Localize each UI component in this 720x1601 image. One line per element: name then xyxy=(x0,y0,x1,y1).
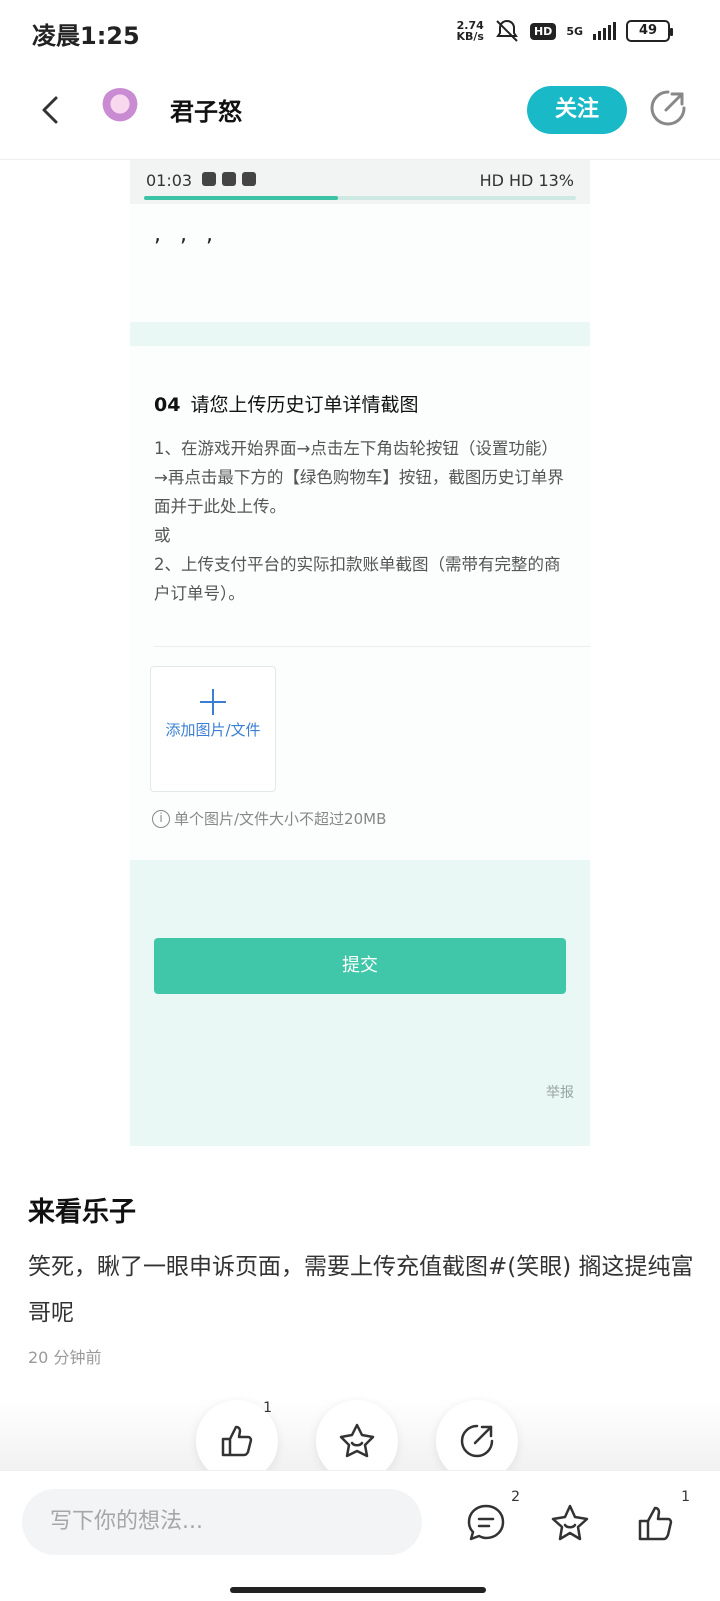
home-indicator[interactable] xyxy=(230,1587,486,1593)
image-status-time: 01:03 xyxy=(146,171,193,190)
signal-icon xyxy=(593,22,616,40)
image-question-description: 1、在游戏开始界面→点击左下角齿轮按钮（设置功能）→再点击最下方的【绿色购物车】… xyxy=(154,439,564,603)
comment-button[interactable]: 2 xyxy=(464,1489,520,1545)
battery-icon: 49 xyxy=(626,20,673,42)
post-timestamp: 20 分钟前 xyxy=(28,1348,102,1367)
avatar[interactable] xyxy=(100,88,140,128)
image-notification-icons xyxy=(202,172,256,186)
question-title-text: 请您上传历史订单详情截图 xyxy=(190,394,419,416)
image-report-link: 举报 xyxy=(546,1085,574,1101)
comment-count: 2 xyxy=(511,1489,520,1505)
star-icon xyxy=(339,1423,375,1458)
status-bar: 凌晨1:25 2.74 KB/s HD 5G 49 xyxy=(0,0,720,64)
size-limit-text: 单个图片/文件大小不超过20MB xyxy=(174,810,387,828)
author-name[interactable]: 君子怒 xyxy=(170,92,242,127)
back-arrow-icon[interactable] xyxy=(32,90,72,130)
info-icon: i xyxy=(152,809,170,828)
post-image[interactable]: 01:03 HD HD 13% , , , 04 请您上传历史订单详情截图 1、在… xyxy=(130,160,590,1146)
post-body: 笑死，瞅了一眼申诉页面，需要上传充值截图#(笑眼) 搁这提纯富哥呢 xyxy=(28,1254,694,1326)
star-icon xyxy=(551,1504,589,1541)
image-submit-button: 提交 xyxy=(154,938,566,994)
share-icon[interactable] xyxy=(648,88,688,128)
image-status-right: HD HD 13% xyxy=(479,171,574,190)
image-separator-band xyxy=(130,322,590,346)
status-icons: 2.74 KB/s HD 5G 49 xyxy=(456,18,673,44)
image-question-title: 04 请您上传历史订单详情截图 xyxy=(154,390,418,417)
image-commas-text: , , , xyxy=(154,222,219,247)
thumbs-up-icon xyxy=(638,1506,673,1541)
mute-icon xyxy=(494,18,520,44)
network-type: 5G xyxy=(566,24,583,38)
image-size-limit: i 单个图片/文件大小不超过20MB xyxy=(152,808,386,829)
post-header: 君子怒 关注 xyxy=(0,70,720,160)
image-progress-fill xyxy=(144,196,339,200)
bottom-bar: 写下你的想法... 2 1 xyxy=(0,1470,720,1601)
share-icon xyxy=(460,1424,494,1458)
thumbs-up-icon xyxy=(221,1425,253,1457)
question-number: 04 xyxy=(154,394,181,416)
comment-input[interactable]: 写下你的想法... xyxy=(22,1489,422,1555)
image-upload-box: 添加图片/文件 xyxy=(150,666,276,792)
image-status-bar: 01:03 HD HD 13% xyxy=(130,160,590,204)
status-time: 凌晨1:25 xyxy=(32,22,140,50)
image-progress-bar xyxy=(144,196,576,200)
bottom-like-count: 1 xyxy=(681,1489,690,1505)
comment-icon xyxy=(467,1504,505,1541)
upload-label: 添加图片/文件 xyxy=(165,721,261,739)
plus-icon xyxy=(200,689,226,715)
favorite-bottom-button[interactable] xyxy=(548,1501,592,1545)
image-divider xyxy=(154,646,590,647)
post-title: 来看乐子 xyxy=(28,1197,136,1228)
like-bottom-button[interactable]: 1 xyxy=(634,1489,690,1545)
network-speed: 2.74 KB/s xyxy=(456,19,484,43)
like-count: 1 xyxy=(263,1400,272,1416)
hd-badge: HD xyxy=(529,22,557,40)
follow-button[interactable]: 关注 xyxy=(527,86,627,134)
image-bottom-band xyxy=(130,860,590,1146)
